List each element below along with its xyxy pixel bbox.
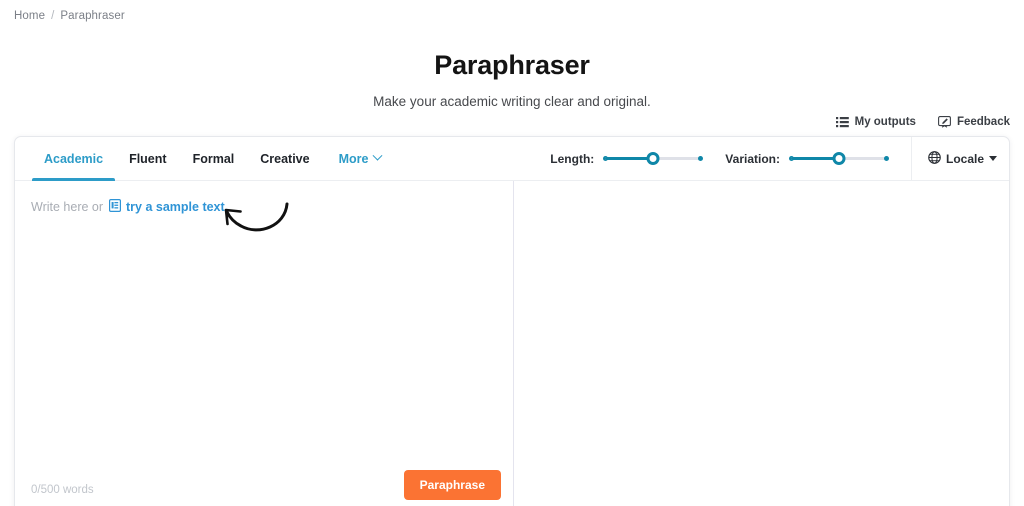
tab-more-label: More bbox=[338, 151, 369, 166]
tab-creative[interactable]: Creative bbox=[247, 137, 322, 180]
paraphraser-card: Academic Fluent Formal Creative More Len… bbox=[14, 136, 1010, 506]
tab-formal[interactable]: Formal bbox=[180, 137, 248, 180]
locale-wrapper: Locale bbox=[910, 137, 1009, 180]
feedback-link[interactable]: Feedback bbox=[937, 116, 1010, 128]
tab-more[interactable]: More bbox=[323, 137, 395, 180]
editor-placeholder: Write here or try a sample text bbox=[31, 199, 225, 215]
tab-fluent-label: Fluent bbox=[129, 151, 167, 166]
breadcrumb-item-paraphraser[interactable]: Paraphraser bbox=[60, 10, 124, 22]
input-panel[interactable]: Write here or try a sample text 0/500 wo… bbox=[15, 181, 513, 506]
caret-down-icon bbox=[989, 156, 997, 161]
paraphrase-button[interactable]: Paraphrase bbox=[403, 470, 501, 500]
output-panel bbox=[514, 181, 1009, 506]
slider-dot-max bbox=[883, 156, 889, 161]
tab-formal-label: Formal bbox=[192, 151, 235, 166]
breadcrumb-separator: / bbox=[51, 10, 55, 22]
variation-slider[interactable] bbox=[788, 152, 889, 166]
my-outputs-link[interactable]: My outputs bbox=[835, 116, 916, 128]
my-outputs-label: My outputs bbox=[854, 116, 916, 128]
input-bottom-bar: 0/500 words Paraphrase bbox=[15, 452, 513, 506]
chevron-down-icon bbox=[373, 150, 383, 161]
editor-panels: Write here or try a sample text 0/500 wo… bbox=[15, 181, 1009, 506]
top-links: My outputs Feedback bbox=[835, 116, 1010, 128]
slider-thumb[interactable] bbox=[832, 152, 846, 165]
page-subtitle: Make your academic writing clear and ori… bbox=[373, 94, 651, 109]
feedback-pencil-icon bbox=[937, 116, 951, 128]
variation-slider-label: Variation: bbox=[725, 151, 780, 166]
page-title: Paraphraser bbox=[434, 50, 590, 80]
breadcrumb: Home / Paraphraser bbox=[14, 10, 125, 22]
placeholder-prefix: Write here or bbox=[31, 200, 104, 214]
globe-icon bbox=[928, 150, 941, 167]
length-slider-group: Length: bbox=[550, 152, 725, 166]
mode-tabs: Academic Fluent Formal Creative More bbox=[15, 137, 395, 181]
locale-selector[interactable]: Locale bbox=[928, 150, 997, 167]
breadcrumb-item-home[interactable]: Home bbox=[14, 10, 45, 22]
list-icon bbox=[835, 116, 849, 128]
tab-academic-label: Academic bbox=[44, 151, 104, 166]
toolbar-controls: Length: Variation: Locale bbox=[550, 137, 1009, 180]
length-slider-label: Length: bbox=[550, 151, 595, 166]
tab-creative-label: Creative bbox=[260, 151, 310, 166]
document-icon bbox=[109, 199, 122, 215]
toolbar: Academic Fluent Formal Creative More Len… bbox=[15, 137, 1009, 181]
slider-thumb[interactable] bbox=[646, 152, 660, 165]
slider-dot-max bbox=[698, 156, 704, 161]
length-slider[interactable] bbox=[603, 152, 704, 166]
feedback-label: Feedback bbox=[956, 116, 1010, 128]
variation-slider-group: Variation: bbox=[725, 152, 911, 166]
try-sample-text-label: try a sample text bbox=[126, 200, 225, 214]
locale-label: Locale bbox=[945, 151, 984, 166]
paraphraser-page: Home / Paraphraser Paraphraser Make your… bbox=[0, 0, 1024, 506]
try-sample-text-link[interactable]: try a sample text bbox=[109, 199, 225, 215]
tab-academic[interactable]: Academic bbox=[31, 137, 116, 181]
word-count: 0/500 words bbox=[31, 484, 94, 496]
tab-fluent[interactable]: Fluent bbox=[116, 137, 180, 180]
